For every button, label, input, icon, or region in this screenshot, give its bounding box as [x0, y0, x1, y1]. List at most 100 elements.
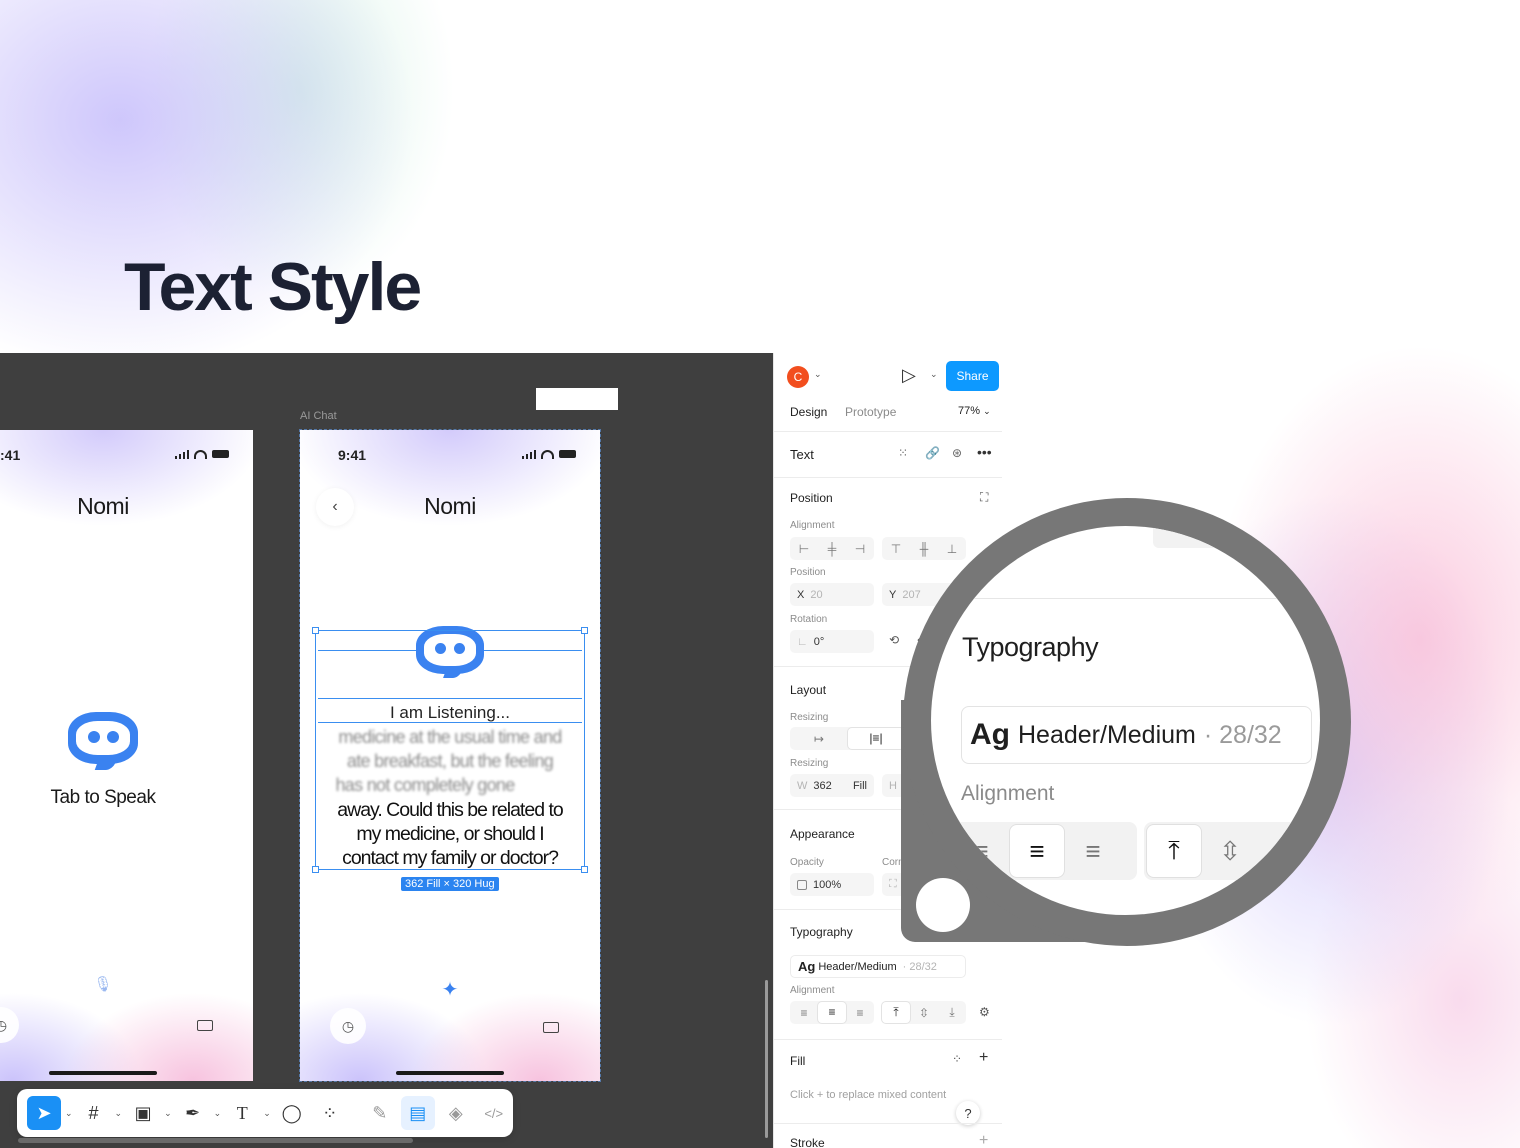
- resize-handle[interactable]: [312, 627, 319, 634]
- width-input[interactable]: W 362 Fill: [790, 774, 874, 797]
- vertical-scrollbar[interactable]: [765, 980, 768, 1138]
- inspect-tool[interactable]: ◈: [439, 1096, 473, 1130]
- text-align-center-icon[interactable]: ≡: [818, 1002, 846, 1023]
- lens-align-top-icon: ⤒: [1147, 825, 1201, 877]
- text-align-left-icon[interactable]: ≡: [790, 1006, 818, 1020]
- voice-wave-button[interactable]: ✦: [426, 965, 474, 1013]
- history-button[interactable]: ◷: [330, 1008, 366, 1044]
- align-left-icon[interactable]: ⊢: [790, 542, 818, 556]
- horizontal-align-group: ⊢ ╪ ⊣: [790, 537, 874, 560]
- grid-icon[interactable]: ⁙: [898, 446, 908, 460]
- tab-prototype[interactable]: Prototype: [845, 405, 896, 419]
- add-fill-icon[interactable]: +: [979, 1049, 988, 1067]
- dimension-badge: 362 Fill × 320 Hug: [401, 877, 499, 891]
- divider: [774, 1039, 1002, 1040]
- chevron-down-icon[interactable]: ⌄: [164, 1108, 172, 1119]
- canvas-placeholder-rect[interactable]: [536, 388, 618, 410]
- chevron-down-icon[interactable]: ⌄: [263, 1108, 271, 1119]
- resizing-label-2: Resizing: [790, 758, 829, 769]
- chevron-down-icon[interactable]: ⌄: [814, 369, 822, 380]
- comment-icon: ◯: [281, 1102, 302, 1123]
- code-icon: </>: [484, 1105, 504, 1121]
- text-tool[interactable]: T: [225, 1096, 259, 1130]
- text-align-middle-icon[interactable]: ⇳: [910, 1006, 938, 1020]
- sound-wave-icon: ✦: [441, 978, 459, 1001]
- link-icon[interactable]: 🔗: [925, 446, 940, 460]
- frame-label[interactable]: AI Chat: [300, 410, 337, 422]
- frame-tool[interactable]: #: [77, 1096, 111, 1130]
- divider: [774, 431, 1002, 432]
- styles-grid-icon[interactable]: ⁘: [952, 1052, 962, 1066]
- design-canvas[interactable]: AI Chat :41 Nomi Tab to Speak 🎙 ◷ 9:41 ‹…: [0, 353, 773, 1148]
- zoom-level[interactable]: 77% ⌄: [958, 405, 991, 417]
- x-position-input[interactable]: X 20: [790, 583, 874, 606]
- opacity-input[interactable]: 100%: [790, 873, 874, 896]
- mic-button[interactable]: 🎙: [79, 960, 127, 1008]
- text-align-top-icon[interactable]: ⤒: [882, 1002, 910, 1023]
- share-button[interactable]: Share: [946, 361, 999, 391]
- more-icon[interactable]: •••: [977, 444, 992, 460]
- components-tool[interactable]: ⁘: [313, 1096, 347, 1130]
- dev-layout-tool[interactable]: ▤: [400, 1096, 435, 1130]
- horizontal-scrollbar[interactable]: [18, 1138, 413, 1143]
- code-tool[interactable]: </>: [477, 1096, 511, 1130]
- move-tool[interactable]: ➤: [27, 1096, 61, 1130]
- status-time: 9:41: [338, 447, 367, 463]
- lens-align-left-icon: ≡: [973, 835, 989, 866]
- text-align-right-icon[interactable]: ≡: [846, 1006, 874, 1020]
- resize-handle[interactable]: [581, 866, 588, 873]
- text-style-field[interactable]: Ag Header/Medium · 28/32: [790, 955, 966, 978]
- text-align-group: ≡ ≡ ≡: [790, 1001, 874, 1024]
- chevron-down-icon[interactable]: ⌄: [214, 1108, 222, 1119]
- lens-alignment-label: Alignment: [961, 782, 1055, 805]
- pen-tool[interactable]: ✒: [176, 1096, 210, 1130]
- align-top-icon[interactable]: ⊤: [882, 542, 910, 556]
- keyboard-icon[interactable]: [543, 1022, 559, 1033]
- keyboard-icon[interactable]: [197, 1020, 213, 1031]
- text-settings-icon[interactable]: ⚙: [979, 1005, 990, 1019]
- focus-icon[interactable]: ⛶: [980, 490, 988, 505]
- lens-align-middle-icon: ⇳: [1219, 835, 1241, 866]
- appearance-section-title: Appearance: [790, 827, 855, 841]
- align-bottom-icon[interactable]: ⊥: [938, 542, 966, 556]
- history-button[interactable]: ◷: [0, 1007, 19, 1043]
- tab-design[interactable]: Design: [790, 405, 827, 419]
- magnifier-dot: [916, 878, 970, 932]
- component-icon[interactable]: ⊛: [952, 446, 962, 460]
- resize-handle[interactable]: [581, 627, 588, 634]
- phone-frame-listening[interactable]: 9:41 ‹ Nomi I am Listening... medicine a…: [299, 429, 601, 1082]
- y-label: Y: [889, 588, 897, 601]
- fill-width-icon[interactable]: |≡|: [848, 728, 904, 749]
- signal-icon: [174, 449, 189, 459]
- help-button[interactable]: ?: [956, 1101, 980, 1125]
- text-icon: T: [236, 1102, 248, 1123]
- text-style-size: · 28/32: [902, 960, 937, 973]
- opacity-label: Opacity: [790, 857, 824, 868]
- text-vertical-align-group: ⤒ ⇳ ⤓: [882, 1001, 966, 1024]
- divider: [774, 477, 1002, 478]
- rotation-input[interactable]: ∟ 0°: [790, 630, 874, 653]
- wifi-icon: [194, 449, 207, 459]
- battery-icon: [212, 450, 229, 458]
- phone-frame-idle[interactable]: :41 Nomi Tab to Speak 🎙 ◷: [0, 430, 253, 1081]
- align-center-icon[interactable]: ╪: [818, 542, 846, 556]
- chevron-down-icon[interactable]: ⌄: [115, 1108, 123, 1119]
- text-align-bottom-icon[interactable]: ⤓: [938, 1005, 966, 1020]
- add-stroke-icon[interactable]: +: [979, 1132, 988, 1148]
- comment-tool[interactable]: ◯: [275, 1096, 309, 1130]
- fixed-width-icon[interactable]: ↦: [790, 732, 848, 746]
- chevron-down-icon[interactable]: ⌄: [930, 369, 938, 380]
- avatar[interactable]: C: [787, 366, 809, 388]
- align-right-icon[interactable]: ⊣: [846, 542, 874, 556]
- image-tool[interactable]: ▣: [126, 1096, 160, 1130]
- align-middle-icon[interactable]: ╫: [910, 542, 938, 556]
- text-selection-box[interactable]: [312, 627, 588, 873]
- resize-handle[interactable]: [312, 866, 319, 873]
- chevron-down-icon[interactable]: ⌄: [65, 1108, 73, 1119]
- play-icon[interactable]: ▷: [902, 365, 916, 386]
- rotate-icon[interactable]: ⟲: [889, 633, 899, 647]
- draw-tool[interactable]: ✎: [363, 1096, 397, 1130]
- frame-icon: #: [88, 1102, 99, 1123]
- corner-icon: ⛶: [889, 878, 897, 890]
- tab-to-speak-label[interactable]: Tab to Speak: [0, 787, 253, 809]
